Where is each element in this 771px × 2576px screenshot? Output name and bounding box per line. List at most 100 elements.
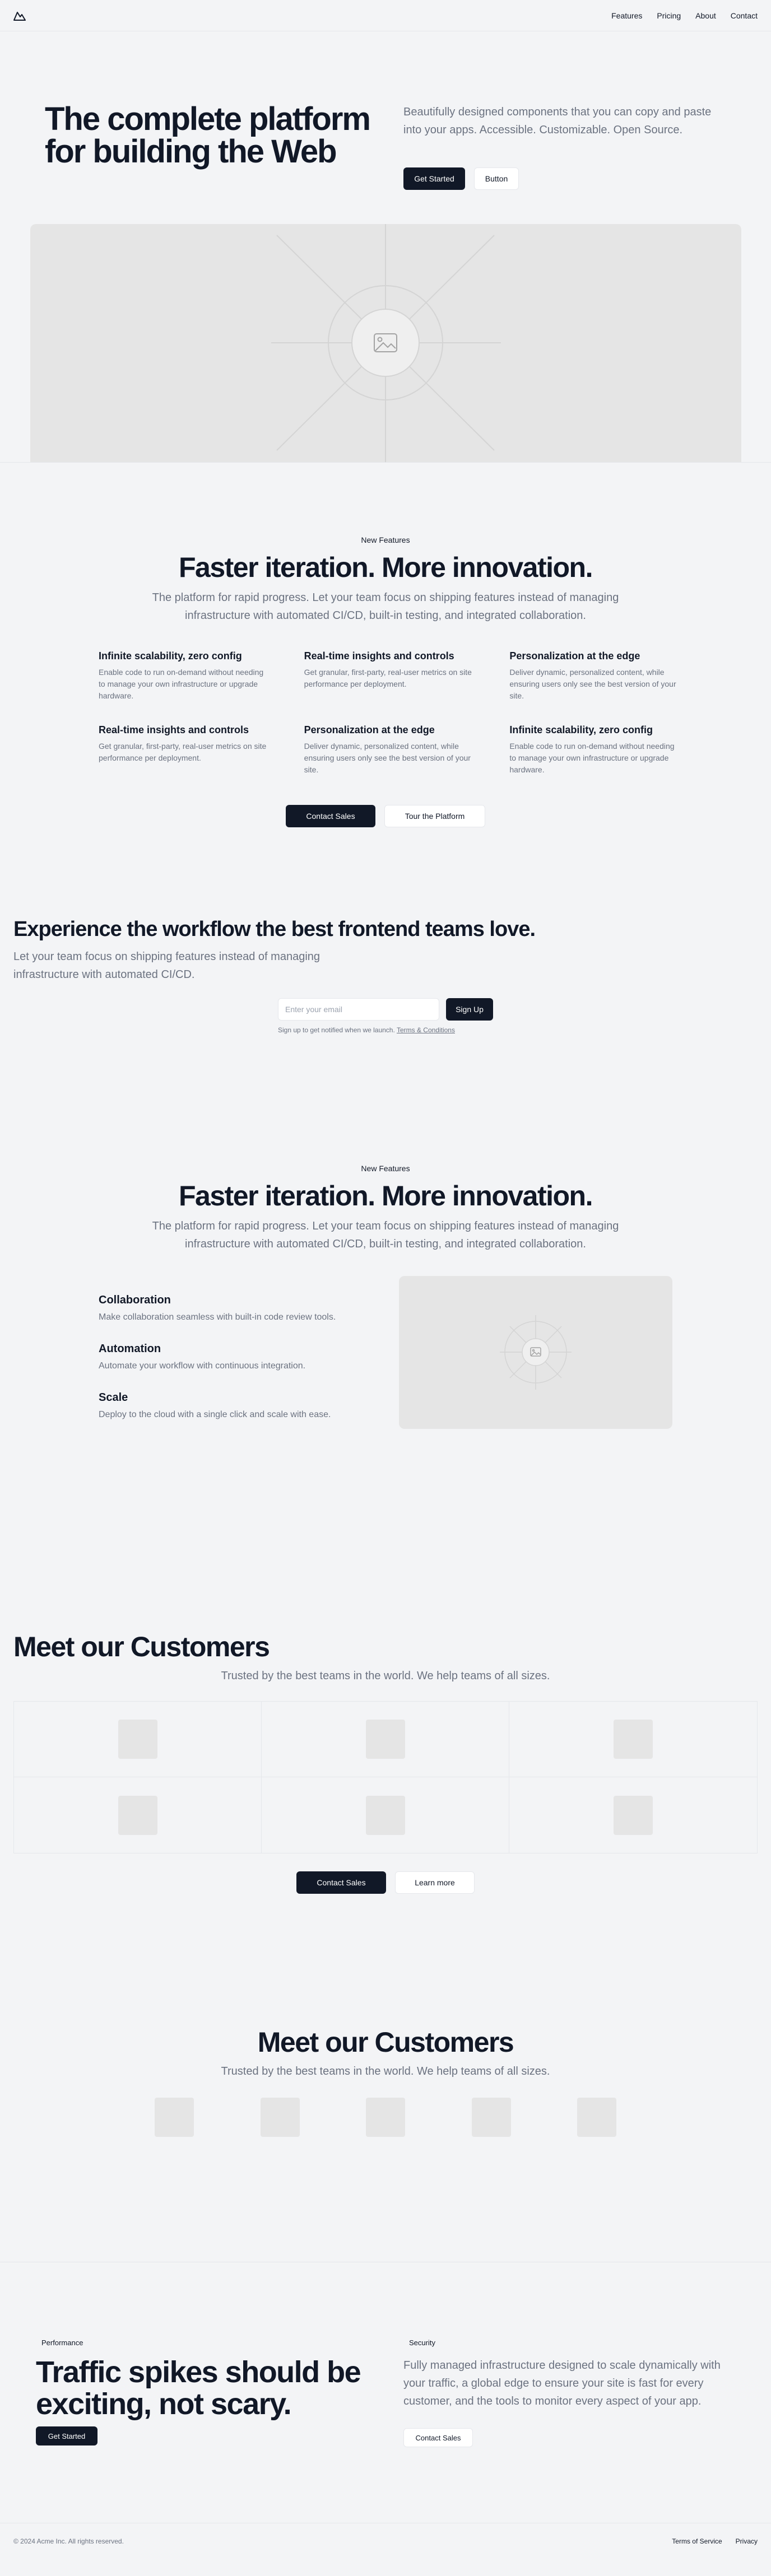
- feature-title: Collaboration: [99, 1294, 171, 1306]
- logo-cell: [509, 1777, 757, 1853]
- feature-text: Deliver dynamic, personalized content, w…: [304, 742, 471, 774]
- feature-text: Get granular, first-party, real-user met…: [304, 668, 472, 688]
- email-field[interactable]: [278, 998, 439, 1021]
- customer-logo-row: [155, 2098, 616, 2137]
- image-placeholder-icon: [271, 224, 501, 462]
- learn-more-button[interactable]: Learn more: [395, 1871, 475, 1894]
- feature-text: Make collaboration seamless with built-i…: [99, 1312, 336, 1322]
- contact-sales-button[interactable]: Contact Sales: [286, 805, 375, 827]
- feature-text: Automate your workflow with continuous i…: [99, 1361, 306, 1371]
- signup-note-text: Sign up to get notified when we launch.: [278, 1026, 395, 1034]
- privacy-link[interactable]: Privacy: [736, 2537, 758, 2545]
- features-section: New Features Faster iteration. More inno…: [0, 463, 771, 917]
- hero-image: [30, 224, 741, 462]
- newsletter-title: Experience the workflow the best fronten…: [13, 917, 536, 941]
- feature-item: Infinite scalability, zero config Enable…: [509, 724, 681, 776]
- newsletter-section: Experience the workflow the best fronten…: [0, 917, 771, 1164]
- customers2-title: Meet our Customers: [257, 2027, 514, 2058]
- feature-item: Personalization at the edge Deliver dyna…: [509, 650, 681, 702]
- cta-section: Performance Traffic spikes should be exc…: [0, 2262, 771, 2523]
- features2-subtitle: The platform for rapid progress. Let you…: [152, 1220, 619, 1250]
- cta-text: Fully managed infrastructure designed to…: [403, 2359, 721, 2407]
- features-grid: Infinite scalability, zero config Enable…: [99, 650, 681, 776]
- secondary-button[interactable]: Button: [474, 167, 519, 190]
- customer-logo: [577, 2098, 616, 2137]
- feature-item: Real-time insights and controls Get gran…: [304, 650, 476, 702]
- signup-note: Sign up to get notified when we launch. …: [278, 1026, 455, 1034]
- features2-eyebrow: New Features: [361, 1164, 410, 1173]
- customer-logo: [366, 2098, 405, 2137]
- customer-logo: [260, 2098, 300, 2137]
- features2-header: New Features Faster iteration. More inno…: [0, 1164, 771, 1253]
- get-started-button[interactable]: Get Started: [403, 167, 465, 190]
- features-header: New Features Faster iteration. More inno…: [0, 535, 771, 625]
- contact-sales-button[interactable]: Contact Sales: [296, 1871, 386, 1894]
- get-started-button[interactable]: Get Started: [36, 2426, 97, 2445]
- feature-text: Enable code to run on-demand without nee…: [509, 742, 675, 774]
- nav-link-contact[interactable]: Contact: [731, 11, 758, 20]
- signup-form: Sign Up: [278, 998, 493, 1021]
- mountain-icon[interactable]: [13, 8, 28, 23]
- feature-title: Personalization at the edge: [509, 650, 640, 662]
- footer-links: Terms of Service Privacy: [672, 2537, 758, 2545]
- feature-title: Personalization at the edge: [304, 724, 435, 735]
- security-badge: Security: [403, 2336, 441, 2349]
- customer-logo: [118, 1720, 157, 1759]
- features-eyebrow: New Features: [361, 535, 410, 544]
- customers2-subtitle: Trusted by the best teams in the world. …: [221, 2065, 550, 2077]
- contact-sales-button[interactable]: Contact Sales: [403, 2428, 473, 2447]
- image-placeholder-icon: [500, 1315, 572, 1390]
- customers-subtitle: Trusted by the best teams in the world. …: [221, 1670, 550, 1682]
- customers-title: Meet our Customers: [13, 1631, 270, 1662]
- feature-item: Real-time insights and controls Get gran…: [99, 724, 271, 776]
- customer-logo: [614, 1720, 653, 1759]
- customer-logo: [365, 1720, 405, 1759]
- features2-list: Collaboration Make collaboration seamles…: [99, 1294, 368, 1440]
- newsletter-text: Let your team focus on shipping features…: [13, 951, 321, 981]
- terms-link[interactable]: Terms & Conditions: [397, 1026, 455, 1034]
- customer-logo: [614, 1795, 653, 1835]
- customer-logo: [155, 2098, 194, 2137]
- feature-title: Scale: [99, 1391, 128, 1404]
- logo-cell: [509, 1702, 757, 1777]
- copyright: © 2024 Acme Inc. All rights reserved.: [13, 2537, 124, 2545]
- feature-text: Enable code to run on-demand without nee…: [99, 668, 264, 700]
- sign-up-button[interactable]: Sign Up: [446, 998, 493, 1021]
- logo-cell: [262, 1777, 509, 1853]
- site-header: Features Pricing About Contact: [0, 0, 771, 31]
- feature-title: Real-time insights and controls: [304, 650, 454, 662]
- feature-item: Personalization at the edge Deliver dyna…: [304, 724, 476, 776]
- customers-section: Meet our Customers Trusted by the best t…: [0, 1631, 771, 2026]
- tour-platform-button[interactable]: Tour the Platform: [384, 805, 485, 827]
- nav-link-about[interactable]: About: [695, 11, 716, 20]
- features-actions: Contact Sales Tour the Platform: [0, 805, 771, 827]
- customer-logo-grid: [13, 1701, 758, 1853]
- terms-of-service-link[interactable]: Terms of Service: [672, 2537, 722, 2545]
- features2-title: Faster iteration. More innovation.: [179, 1180, 593, 1212]
- nav-link-features[interactable]: Features: [611, 11, 642, 20]
- feature-item: Automation Automate your workflow with c…: [99, 1343, 368, 1371]
- feature-text: Get granular, first-party, real-user met…: [99, 742, 267, 762]
- feature-item: Infinite scalability, zero config Enable…: [99, 650, 271, 702]
- feature-text: Deliver dynamic, personalized content, w…: [509, 668, 676, 700]
- customer-logo: [471, 2098, 511, 2137]
- logo-cell: [14, 1777, 262, 1853]
- customer-logo: [365, 1795, 405, 1835]
- features-subtitle: The platform for rapid progress. Let you…: [152, 591, 619, 622]
- site-footer: © 2024 Acme Inc. All rights reserved. Te…: [0, 2523, 771, 2559]
- feature-title: Real-time insights and controls: [99, 724, 249, 735]
- feature-item: Scale Deploy to the cloud with a single …: [99, 1391, 368, 1420]
- feature-title: Infinite scalability, zero config: [509, 724, 653, 735]
- features2-section: New Features Faster iteration. More inno…: [0, 1164, 771, 1631]
- cta-title: Traffic spikes should be exciting, not s…: [36, 2355, 361, 2421]
- feature-title: Automation: [99, 1343, 161, 1355]
- customers2-section: Meet our Customers Trusted by the best t…: [0, 2026, 771, 2262]
- customer-logo: [118, 1795, 157, 1835]
- feature-item: Collaboration Make collaboration seamles…: [99, 1294, 368, 1322]
- hero-section: The complete platform for building the W…: [0, 31, 771, 463]
- nav-link-pricing[interactable]: Pricing: [657, 11, 681, 20]
- features2-image: [399, 1276, 672, 1429]
- customers-actions: Contact Sales Learn more: [0, 1871, 771, 1894]
- logo-cell: [14, 1702, 262, 1777]
- hero-title: The complete platform for building the W…: [45, 101, 371, 170]
